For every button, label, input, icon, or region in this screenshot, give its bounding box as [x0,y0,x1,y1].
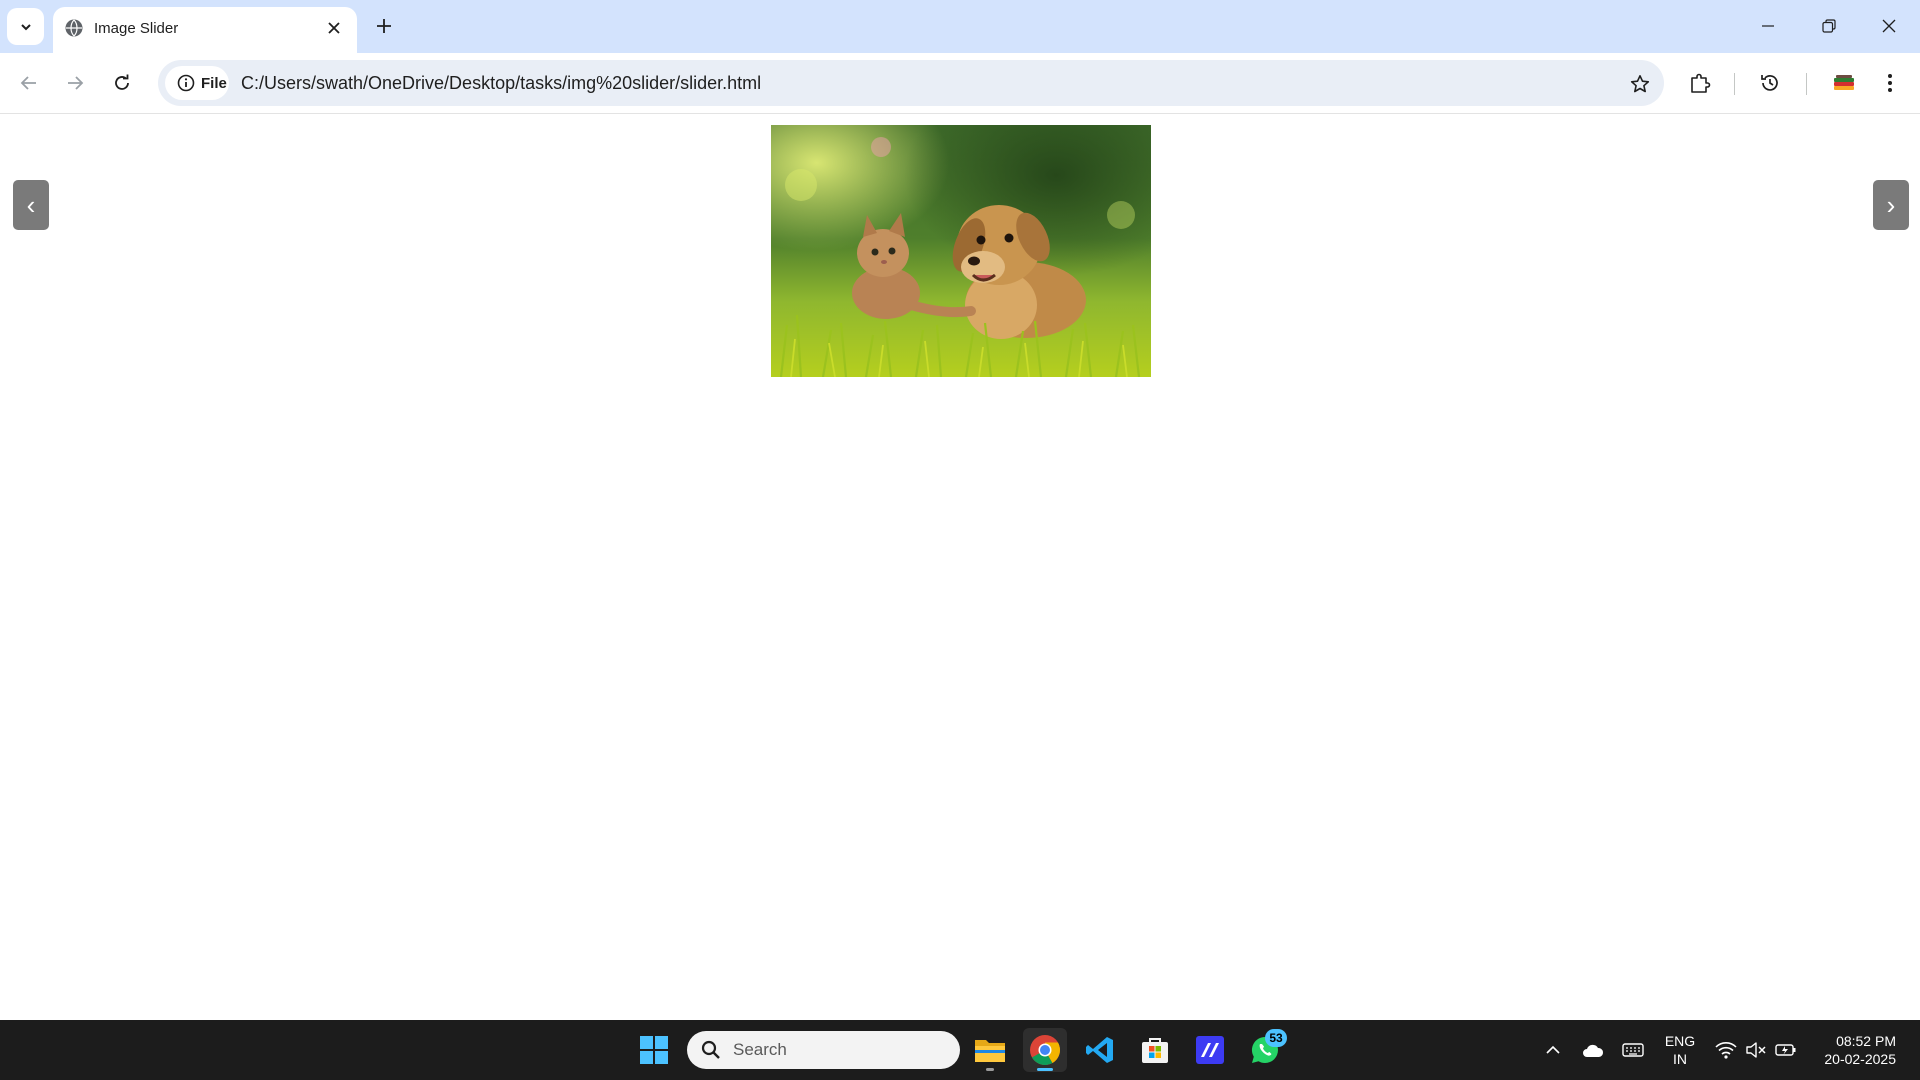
windows-taskbar: Search 53 ENG IN 08:52 PM 20-02-2025 [0,1020,1920,1080]
toolbar-separator [1806,73,1807,95]
arrow-left-icon [20,76,36,90]
close-window-button[interactable] [1866,10,1912,42]
taskbar-vscode[interactable] [1078,1028,1122,1072]
taskbar-app-launcher[interactable] [1188,1028,1232,1072]
active-tab[interactable]: Image Slider [53,7,357,53]
clock-time: 08:52 PM [1836,1033,1896,1049]
forward-button[interactable] [57,65,93,101]
clock-date: 20-02-2025 [1824,1051,1896,1067]
input-language-indicator[interactable]: ENG IN [1660,1032,1700,1068]
tab-close-button[interactable] [323,17,345,39]
history-icon [1761,75,1778,91]
star-icon [1630,75,1650,93]
onedrive-tray-button[interactable] [1581,1038,1605,1062]
taskbar-chrome[interactable] [1023,1028,1067,1072]
chrome-icon [1030,1035,1061,1066]
reload-icon [115,74,129,90]
search-icon [701,1040,720,1059]
slider-image [771,125,1151,377]
more-vertical-icon [1888,74,1892,92]
running-indicator [986,1068,994,1071]
wifi-icon [1715,1042,1737,1059]
close-icon [1882,19,1896,33]
speaker-muted-icon [1746,1042,1766,1058]
slider-next-button[interactable]: › [1873,180,1909,230]
touch-keyboard-button[interactable] [1621,1038,1645,1062]
volume-status-button[interactable] [1744,1038,1768,1062]
cloud-icon [1583,1044,1604,1057]
notification-badge: 53 [1265,1029,1287,1047]
info-icon [177,74,195,92]
globe-icon [65,19,83,37]
chevron-down-icon [20,23,31,30]
browser-menu-button[interactable] [1872,65,1908,101]
keyboard-icon [1622,1043,1644,1057]
folder-icon [975,1040,1005,1062]
region-code: IN [1673,1051,1687,1067]
new-tab-button[interactable] [370,12,398,40]
puzzle-icon [1691,73,1711,93]
active-indicator [1037,1068,1053,1071]
taskbar-whatsapp[interactable]: 53 [1243,1028,1287,1072]
bookmark-star-button[interactable] [1626,70,1654,98]
history-button[interactable] [1752,65,1788,101]
taskbar-search-box[interactable]: Search [687,1031,960,1069]
browser-toolbar: File C:/Users/swath/OneDrive/Desktop/tas… [0,53,1920,114]
battery-charging-icon [1775,1044,1796,1056]
wifi-status-button[interactable] [1714,1038,1738,1062]
arrow-right-icon [68,76,84,90]
back-button[interactable] [11,65,47,101]
vscode-icon [1086,1037,1113,1063]
app-logo-icon [1196,1036,1224,1064]
taskbar-search-placeholder: Search [733,1040,787,1059]
extensions-button[interactable] [1682,65,1718,101]
restore-icon [1822,19,1836,33]
page-content: ‹ › [0,114,1920,1020]
show-hidden-icons-button[interactable] [1541,1038,1565,1062]
start-button[interactable] [632,1028,676,1072]
minimize-button[interactable] [1745,10,1791,42]
url-text[interactable]: C:/Users/swath/OneDrive/Desktop/tasks/im… [241,73,761,94]
battery-status-button[interactable] [1774,1038,1798,1062]
language-code: ENG [1664,1033,1696,1049]
avatar [1834,75,1854,90]
minimize-icon [1762,25,1774,27]
browser-tab-strip: Image Slider [0,0,1920,53]
address-bar[interactable]: File C:/Users/swath/OneDrive/Desktop/tas… [158,60,1664,106]
taskbar-file-explorer[interactable] [968,1028,1012,1072]
store-icon [1142,1038,1168,1063]
chevron-up-icon [1546,1045,1560,1054]
toolbar-separator [1734,73,1735,95]
tab-search-button[interactable] [7,8,44,45]
profile-avatar-button[interactable] [1826,65,1862,101]
slider-prev-button[interactable]: ‹ [13,180,49,230]
taskbar-ms-store[interactable] [1133,1028,1177,1072]
security-chip-label: File [201,74,227,92]
tab-title: Image Slider [94,20,179,37]
system-clock[interactable]: 08:52 PM 20-02-2025 [1806,1032,1896,1068]
close-icon [328,22,340,34]
windows-logo-icon [640,1036,668,1064]
kitten-puppy-photo [771,125,1151,377]
restore-button[interactable] [1806,10,1852,42]
reload-button[interactable] [104,65,140,101]
plus-icon [377,19,391,33]
